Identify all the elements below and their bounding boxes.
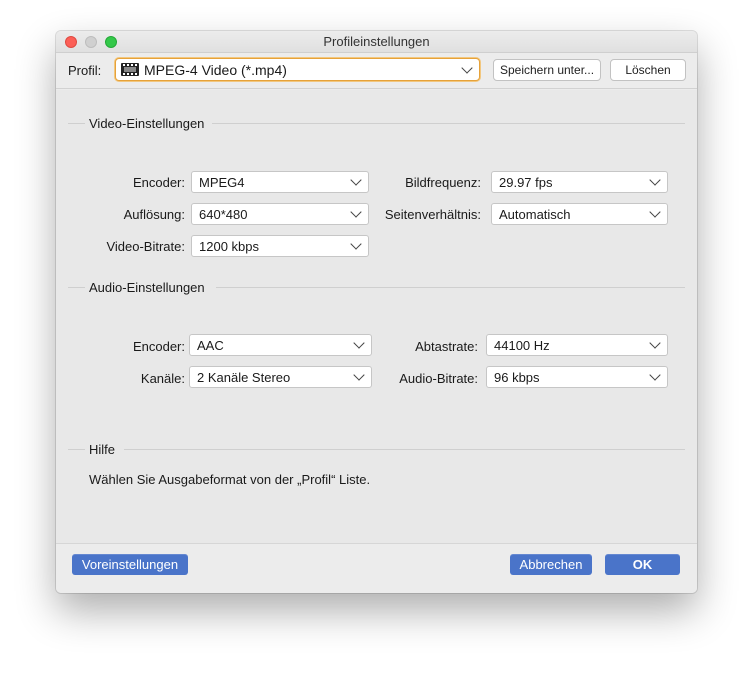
audio-encoder-value: AAC bbox=[197, 338, 224, 353]
chevron-down-icon bbox=[350, 238, 362, 250]
profile-value: MPEG-4 Video (*.mp4) bbox=[144, 62, 287, 78]
chevron-down-icon bbox=[461, 62, 473, 74]
aspect-ratio-select[interactable]: Automatisch bbox=[491, 203, 668, 225]
chevron-down-icon bbox=[649, 369, 661, 381]
audio-bitrate-select[interactable]: 96 kbps bbox=[486, 366, 668, 388]
video-settings-title: Video-Einstellungen bbox=[89, 116, 205, 131]
video-bitrate-value: 1200 kbps bbox=[199, 239, 259, 254]
framerate-label: Bildfrequenz: bbox=[405, 175, 481, 190]
profile-label: Profil: bbox=[68, 63, 102, 78]
chevron-down-icon bbox=[353, 369, 365, 381]
group-divider bbox=[68, 449, 85, 450]
group-divider bbox=[216, 287, 685, 288]
delete-button[interactable]: Löschen bbox=[610, 59, 686, 81]
resolution-label: Auflösung: bbox=[123, 207, 185, 222]
group-divider bbox=[68, 287, 85, 288]
video-encoder-select[interactable]: MPEG4 bbox=[191, 171, 369, 193]
minimize-window-button[interactable] bbox=[85, 36, 97, 48]
channels-value: 2 Kanäle Stereo bbox=[197, 370, 291, 385]
save-as-button[interactable]: Speichern unter... bbox=[493, 59, 601, 81]
close-window-button[interactable] bbox=[65, 36, 77, 48]
presets-button[interactable]: Voreinstellungen bbox=[72, 554, 188, 575]
video-encoder-label: Encoder: bbox=[132, 175, 185, 190]
sample-rate-select[interactable]: 44100 Hz bbox=[486, 334, 668, 356]
chevron-down-icon bbox=[353, 337, 365, 349]
channels-select[interactable]: 2 Kanäle Stereo bbox=[189, 366, 372, 388]
help-text: Wählen Sie Ausgabeformat von der „Profil… bbox=[89, 472, 371, 487]
resolution-value: 640*480 bbox=[199, 207, 248, 222]
profile-settings-window: Profileinstellungen Profil: MPEG-4 Video… bbox=[56, 31, 697, 593]
group-divider bbox=[124, 449, 685, 450]
chevron-down-icon bbox=[649, 206, 661, 218]
channels-label: Kanäle: bbox=[140, 371, 185, 386]
audio-encoder-label: Encoder: bbox=[132, 339, 185, 354]
video-bitrate-label: Video-Bitrate: bbox=[106, 239, 185, 254]
cancel-button[interactable]: Abbrechen bbox=[510, 554, 592, 575]
help-title: Hilfe bbox=[89, 442, 116, 457]
framerate-value: 29.97 fps bbox=[499, 175, 553, 190]
settings-content: Video-Einstellungen Encoder: MPEG4 Bildf… bbox=[56, 90, 697, 543]
profile-toolbar: Profil: MPEG-4 Video (*.mp4) Speichern u… bbox=[56, 53, 697, 89]
sample-rate-label: Abtastrate: bbox=[415, 339, 478, 354]
sample-rate-value: 44100 Hz bbox=[494, 338, 550, 353]
dialog-footer: Voreinstellungen Abbrechen OK bbox=[56, 543, 697, 593]
title-bar: Profileinstellungen bbox=[56, 31, 697, 53]
chevron-down-icon bbox=[649, 337, 661, 349]
chevron-down-icon bbox=[649, 174, 661, 186]
window-title: Profileinstellungen bbox=[323, 34, 430, 49]
group-divider bbox=[212, 123, 685, 124]
framerate-select[interactable]: 29.97 fps bbox=[491, 171, 668, 193]
audio-settings-title: Audio-Einstellungen bbox=[89, 280, 205, 295]
audio-encoder-select[interactable]: AAC bbox=[189, 334, 372, 356]
video-bitrate-select[interactable]: 1200 kbps bbox=[191, 235, 369, 257]
film-icon bbox=[121, 63, 139, 76]
chevron-down-icon bbox=[350, 174, 362, 186]
aspect-ratio-value: Automatisch bbox=[499, 207, 571, 222]
audio-bitrate-value: 96 kbps bbox=[494, 370, 540, 385]
profile-select[interactable]: MPEG-4 Video (*.mp4) bbox=[115, 58, 480, 81]
ok-button[interactable]: OK bbox=[605, 554, 680, 575]
audio-bitrate-label: Audio-Bitrate: bbox=[399, 371, 478, 386]
aspect-ratio-label: Seitenverhältnis: bbox=[384, 207, 481, 222]
group-divider bbox=[68, 123, 85, 124]
video-encoder-value: MPEG4 bbox=[199, 175, 245, 190]
resolution-select[interactable]: 640*480 bbox=[191, 203, 369, 225]
maximize-window-button[interactable] bbox=[105, 36, 117, 48]
